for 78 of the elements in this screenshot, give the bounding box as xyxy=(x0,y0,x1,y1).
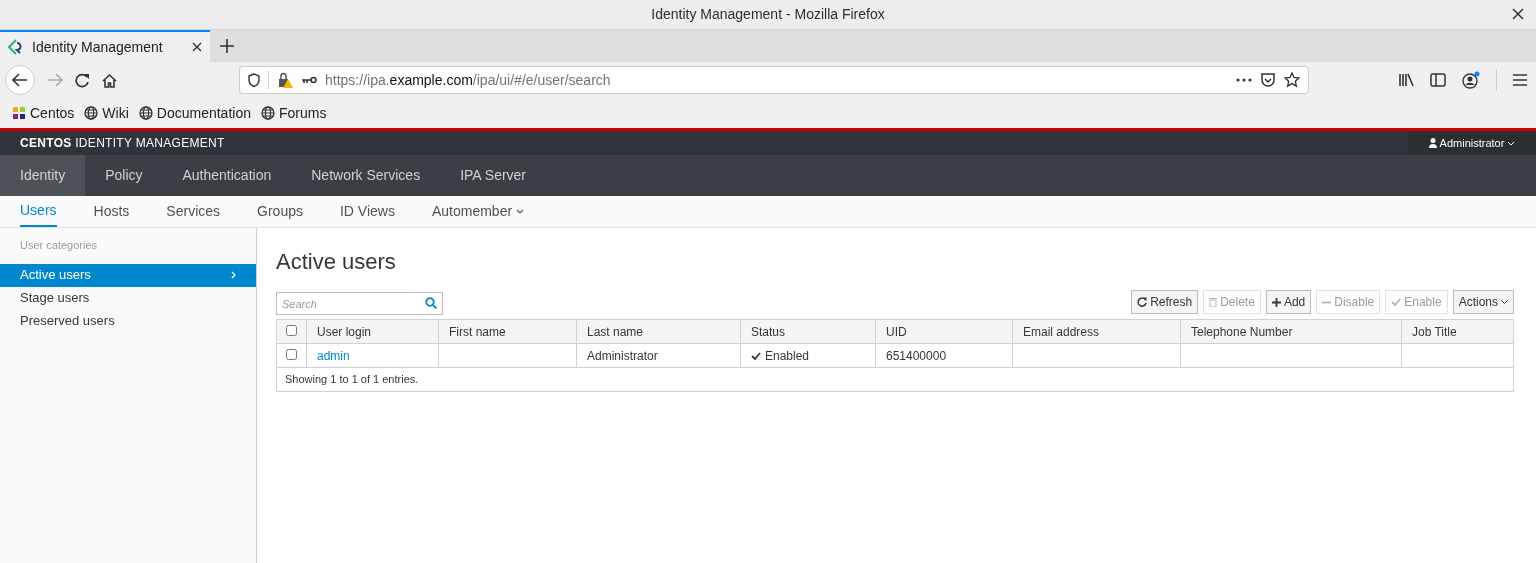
column-header: Last name xyxy=(576,319,741,344)
pagination-text: Showing 1 to 1 of 1 entries. xyxy=(285,373,419,386)
sidebar-heading: User categories xyxy=(19,238,99,253)
nav-tab[interactable]: Policy xyxy=(85,155,163,196)
table-cell: 651400000 xyxy=(886,348,947,363)
column-header: UID xyxy=(875,319,1013,344)
back-button[interactable] xyxy=(5,65,35,95)
checkbox[interactable] xyxy=(286,348,297,360)
shield-icon xyxy=(248,73,260,87)
search-field[interactable]: Search xyxy=(276,292,443,315)
subnav-tab[interactable]: Services xyxy=(166,196,221,227)
close-icon xyxy=(1512,8,1524,20)
more-dots-icon xyxy=(1236,78,1252,82)
actions-dropdown[interactable]: Actions xyxy=(1452,290,1514,314)
sidebar-item[interactable]: Stage users xyxy=(0,286,256,310)
user-icon xyxy=(1428,138,1437,148)
close-icon xyxy=(192,42,202,52)
nav-tab[interactable]: Identity xyxy=(0,155,86,196)
globe-icon xyxy=(84,106,99,120)
brand-title: CENTOS IDENTITY MANAGEMENT xyxy=(19,135,225,152)
column-header: User login xyxy=(306,319,439,344)
toolbar-button[interactable]: Add xyxy=(1265,290,1312,314)
refresh-icon xyxy=(1137,297,1148,307)
key-icon xyxy=(301,75,317,85)
plus-icon xyxy=(220,39,234,53)
user-link[interactable]: admin xyxy=(317,348,350,363)
check-icon xyxy=(751,351,761,360)
check-icon xyxy=(1391,298,1402,306)
back-arrow-icon xyxy=(12,73,28,87)
subnav-tab[interactable]: Hosts xyxy=(93,196,130,227)
user-menu[interactable]: Administrator xyxy=(1408,131,1536,155)
column-header: Job Title xyxy=(1401,319,1514,344)
status-text: Enabled xyxy=(751,346,810,365)
home-icon xyxy=(102,72,117,88)
checkbox[interactable] xyxy=(286,324,297,336)
pinwheel-icon xyxy=(12,106,26,120)
nav-tab[interactable]: Authentication xyxy=(162,155,292,196)
globe-icon xyxy=(260,106,275,120)
toolbar-button[interactable]: Refresh xyxy=(1131,290,1199,314)
lock-warning-icon xyxy=(277,72,293,88)
column-header: Email address xyxy=(1012,319,1181,344)
window-title: Identity Management - Mozilla Firefox xyxy=(651,5,885,24)
pocket-icon xyxy=(1260,72,1276,88)
library-icon xyxy=(1398,73,1414,87)
bookmark-link[interactable]: Wiki xyxy=(84,102,129,124)
url-text: https://ipa.example.com/ipa/ui/#/e/user/search xyxy=(325,70,612,90)
column-header: Status xyxy=(740,319,876,344)
trash-icon xyxy=(1209,297,1218,307)
subnav-tab[interactable]: Automember xyxy=(431,196,525,227)
sidebar-item[interactable]: Active users xyxy=(0,263,256,287)
caret-icon xyxy=(1507,140,1516,146)
chevron-icon xyxy=(231,271,236,279)
bookmark-link[interactable]: Centos xyxy=(12,102,75,124)
star-icon xyxy=(1284,72,1300,88)
search-icon xyxy=(425,296,437,309)
diamond-logo-icon xyxy=(8,39,24,55)
sidebar-item[interactable]: Preserved users xyxy=(0,309,256,333)
page-title: Active users xyxy=(276,248,397,276)
bookmark-link[interactable]: Forums xyxy=(260,102,327,124)
subnav-tab[interactable]: ID Views xyxy=(339,196,395,227)
forward-arrow-icon xyxy=(47,73,63,87)
column-header: Telephone Number xyxy=(1180,319,1402,344)
globe-icon xyxy=(138,106,153,120)
address-bar[interactable]: https://ipa.example.com/ipa/ui/#/e/user/search xyxy=(239,66,1309,94)
reload-icon xyxy=(75,72,90,88)
tab-title: Identity Management xyxy=(32,37,164,57)
column-header: First name xyxy=(438,319,577,344)
nav-tab[interactable]: Network Services xyxy=(291,155,441,196)
menu-icon xyxy=(1513,73,1527,87)
browser-tab[interactable]: Identity Management xyxy=(0,30,210,62)
table-cell: Administrator xyxy=(587,348,658,363)
plus-icon xyxy=(1271,297,1281,307)
sidebar-icon xyxy=(1430,73,1446,87)
nav-tab[interactable]: IPA Server xyxy=(440,155,547,196)
account-icon xyxy=(1462,71,1480,89)
subnav-tab[interactable]: Groups xyxy=(257,196,303,227)
caret-icon xyxy=(1501,300,1508,304)
bookmark-link[interactable]: Documentation xyxy=(138,102,251,124)
